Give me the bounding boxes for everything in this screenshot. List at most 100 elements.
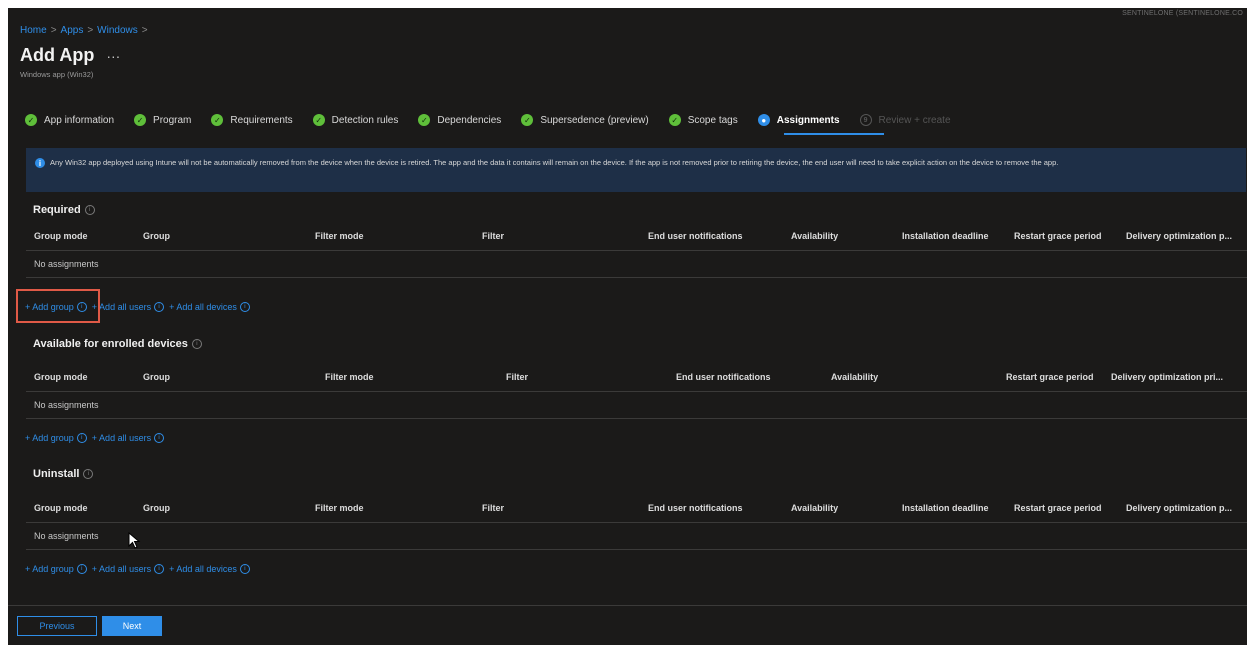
column-header[interactable]: Restart grace period [1006,372,1094,382]
column-header[interactable]: Group [143,231,170,241]
table-row: No assignments [26,523,1247,550]
page-title: Add App [20,45,95,65]
info-circle-icon[interactable]: i [191,339,202,349]
empty-state-text: No assignments [34,400,99,410]
breadcrumb-windows[interactable]: Windows [97,25,138,36]
table-header: Group mode Group Filter mode Filter End … [26,363,1247,392]
column-header[interactable]: Group [143,503,170,513]
step-label: Scope tags [687,114,738,126]
step-label: Assignments [776,114,840,126]
column-header[interactable]: Filter [482,231,504,241]
section-title-text: Available for enrolled devices [33,338,188,350]
link-label: + Add all devices [169,302,237,312]
column-header[interactable]: Filter mode [315,503,364,513]
column-header[interactable]: Group mode [34,372,88,382]
column-header[interactable]: Delivery optimization p... [1126,231,1232,241]
step-label: Supersedence (preview) [540,114,649,126]
column-header[interactable]: Restart grace period [1014,503,1102,513]
info-circle-icon[interactable]: i [76,433,87,443]
empty-state-text: No assignments [34,531,99,541]
footer-divider [8,605,1247,606]
column-header[interactable]: Filter mode [315,231,364,241]
previous-button[interactable]: Previous [17,616,97,636]
column-header[interactable]: Group mode [34,503,88,513]
step-supersedence[interactable]: ✓ Supersedence (preview) [521,114,649,126]
column-header[interactable]: End user notifications [676,372,771,382]
step-number-icon: 9 [859,114,872,126]
info-circle-icon[interactable]: i [239,564,250,574]
intune-portal: SENTINELONE (SENTINELONE.CO Home > Apps > Wi… [8,8,1247,645]
checkmark-icon: ✓ [134,114,147,126]
uninstall-add-links: + Add group i + Add all users i + Add all … [25,564,255,574]
info-icon: i [35,158,45,168]
uninstall-table: Group mode Group Filter mode Filter End … [26,494,1247,550]
column-header[interactable]: Filter [482,503,504,513]
checkmark-icon: ✓ [312,114,325,126]
info-circle-icon[interactable]: i [84,205,95,215]
step-program[interactable]: ✓ Program [134,114,191,126]
step-app-information[interactable]: ✓ App information [25,114,114,126]
column-header[interactable]: Availability [791,503,838,513]
next-button[interactable]: Next [102,616,162,636]
page-subtitle: Windows app (Win32) [20,70,94,79]
info-circle-icon[interactable]: i [154,302,165,312]
step-scope-tags[interactable]: ✓ Scope tags [668,114,738,126]
add-group-link[interactable]: + Add group i [25,564,87,574]
step-label: Review + create [878,114,951,126]
step-detection-rules[interactable]: ✓ Detection rules [312,114,398,126]
checkmark-icon: ✓ [418,114,431,126]
link-label: + Add group [25,433,74,443]
empty-state-text: No assignments [34,259,99,269]
link-label: + Add all users [91,564,152,574]
info-circle-icon[interactable]: i [154,564,165,574]
highlight-box [16,289,100,323]
step-label: App information [44,114,115,126]
uninstall-section-title: Uninstall i [33,468,94,480]
add-group-link[interactable]: + Add group i [25,433,87,443]
required-table: Group mode Group Filter mode Filter End … [26,222,1247,278]
column-header[interactable]: End user notifications [648,503,743,513]
column-header[interactable]: Restart grace period [1014,231,1102,241]
breadcrumb-apps[interactable]: Apps [61,25,84,36]
table-header: Group mode Group Filter mode Filter End … [26,222,1247,251]
column-header[interactable]: Availability [791,231,838,241]
required-section-title: Required i [33,204,95,216]
add-all-users-link[interactable]: + Add all users i [91,564,165,574]
column-header[interactable]: Installation deadline [902,231,989,241]
column-header[interactable]: Filter [506,372,528,382]
add-all-devices-link[interactable]: + Add all devices i [169,302,250,312]
title-row: Add App ··· [20,45,120,66]
step-dependencies[interactable]: ✓ Dependencies [418,114,501,126]
info-banner: i Any Win32 app deployed using Intune wi… [26,148,1246,192]
column-header[interactable]: Group mode [34,231,88,241]
step-label: Requirements [230,114,293,126]
info-circle-icon[interactable]: i [76,564,87,574]
column-header[interactable]: Delivery optimization pri... [1111,372,1223,382]
step-assignments[interactable]: ● Assignments [757,114,840,126]
link-label: + Add all users [91,433,152,443]
available-table: Group mode Group Filter mode Filter End … [26,363,1247,419]
table-header: Group mode Group Filter mode Filter End … [26,494,1247,523]
column-header[interactable]: End user notifications [648,231,743,241]
step-requirements[interactable]: ✓ Requirements [211,114,293,126]
add-all-devices-link[interactable]: + Add all devices i [169,564,250,574]
column-header[interactable]: Availability [831,372,878,382]
banner-text: Any Win32 app deployed using Intune will… [50,158,1059,167]
breadcrumb-separator: > [50,25,57,36]
add-all-users-link[interactable]: + Add all users i [91,433,165,443]
add-all-users-link[interactable]: + Add all users i [92,302,165,312]
wizard-steps: ✓ App information ✓ Program ✓ Requirements … [25,111,971,129]
more-options-icon[interactable]: ··· [106,48,120,64]
column-header[interactable]: Installation deadline [902,503,989,513]
current-step-icon: ● [757,114,770,126]
checkmark-icon: ✓ [668,114,681,126]
checkmark-icon: ✓ [521,114,534,126]
info-circle-icon[interactable]: i [83,469,94,479]
info-circle-icon[interactable]: i [154,433,165,443]
column-header[interactable]: Delivery optimization p... [1126,503,1232,513]
column-header[interactable]: Filter mode [325,372,374,382]
breadcrumb: Home > Apps > Windows > [20,25,152,36]
breadcrumb-home[interactable]: Home [20,25,47,36]
info-circle-icon[interactable]: i [239,302,250,312]
column-header[interactable]: Group [143,372,170,382]
